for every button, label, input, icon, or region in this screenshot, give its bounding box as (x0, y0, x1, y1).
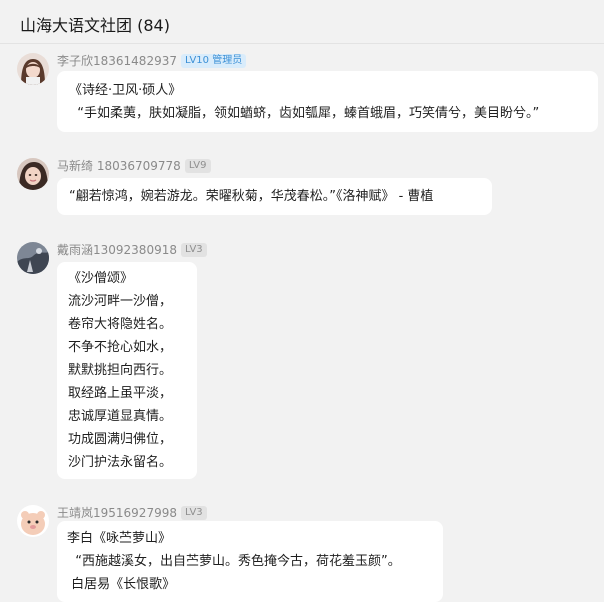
message-line: 取经路上虽平淡， (68, 386, 173, 401)
sender-name[interactable]: 李子欣18361482937 (57, 52, 177, 69)
group-title: 山海大语文社团 (84) (20, 16, 170, 35)
level-badge: LV9 (184, 158, 211, 173)
message-line: 沙门护法永留名。 (68, 455, 173, 470)
sender-info: 王靖岚19516927998 LV3 (57, 504, 207, 521)
avatar[interactable] (17, 158, 49, 190)
sender-info: 马新绮 18036709778 LV9 (57, 157, 211, 174)
message-line: 功成圆满归佛位， (68, 432, 173, 447)
message-line: 白居易《长恨歌》 (67, 577, 176, 592)
level-badge: LV3 (180, 505, 207, 520)
message-bubble[interactable]: “翩若惊鸿，婉若游龙。荣曜秋菊，华茂春松。”《洛神赋》 - 曹植 (57, 178, 492, 215)
chat-header: 山海大语文社团 (84) (0, 0, 604, 44)
message-line: 忠诚厚道显真情。 (68, 409, 173, 424)
sender-name[interactable]: 戴雨涵13092380918 (57, 241, 177, 258)
message-line: “翩若惊鸿，婉若游龙。荣曜秋菊，华茂春松。”《洛神赋》 - 曹植 (69, 189, 434, 204)
message-line: 《沙僧颂》 (68, 271, 134, 286)
sender-info: 李子欣18361482937 LV10 管理员 (57, 52, 247, 69)
message-line: 李白《咏苎萝山》 (67, 531, 172, 546)
message-line: 默默挑担向西行。 (68, 363, 173, 378)
message-line: 流沙河畔一沙僧， (68, 294, 173, 309)
level-badge: LV3 (180, 242, 207, 257)
avatar[interactable] (17, 505, 49, 537)
message-line: 《诗经·卫风·硕人》 (69, 83, 182, 98)
message-line: “西施越溪女，出自苎萝山。秀色掩今古，荷花羞玉颜”。 (67, 554, 401, 569)
message-bubble[interactable]: 《诗经·卫风·硕人》 “手如柔荑，肤如凝脂，领如蝤蛴，齿如瓠犀，螓首蛾眉，巧笑倩… (57, 71, 598, 132)
sender-name[interactable]: 马新绮 18036709778 (57, 157, 181, 174)
message-list[interactable]: 李子欣18361482937 LV10 管理员 《诗经·卫风·硕人》 “手如柔荑… (0, 45, 604, 602)
avatar[interactable] (17, 53, 49, 85)
message-line: 卷帘大将隐姓名。 (68, 317, 173, 332)
message-line: 不争不抢心如水， (68, 340, 173, 355)
level-badge: LV10 管理员 (180, 53, 247, 68)
message-bubble[interactable]: 李白《咏苎萝山》 “西施越溪女，出自苎萝山。秀色掩今古，荷花羞玉颜”。 白居易《… (57, 521, 443, 602)
message-bubble[interactable]: 《沙僧颂》 流沙河畔一沙僧， 卷帘大将隐姓名。 不争不抢心如水， 默默挑担向西行… (57, 262, 197, 479)
sender-name[interactable]: 王靖岚19516927998 (57, 504, 177, 521)
message-line: “手如柔荑，肤如凝脂，领如蝤蛴，齿如瓠犀，螓首蛾眉，巧笑倩兮，美目盼兮。” (69, 106, 540, 121)
sender-info: 戴雨涵13092380918 LV3 (57, 241, 207, 258)
avatar[interactable] (17, 242, 49, 274)
